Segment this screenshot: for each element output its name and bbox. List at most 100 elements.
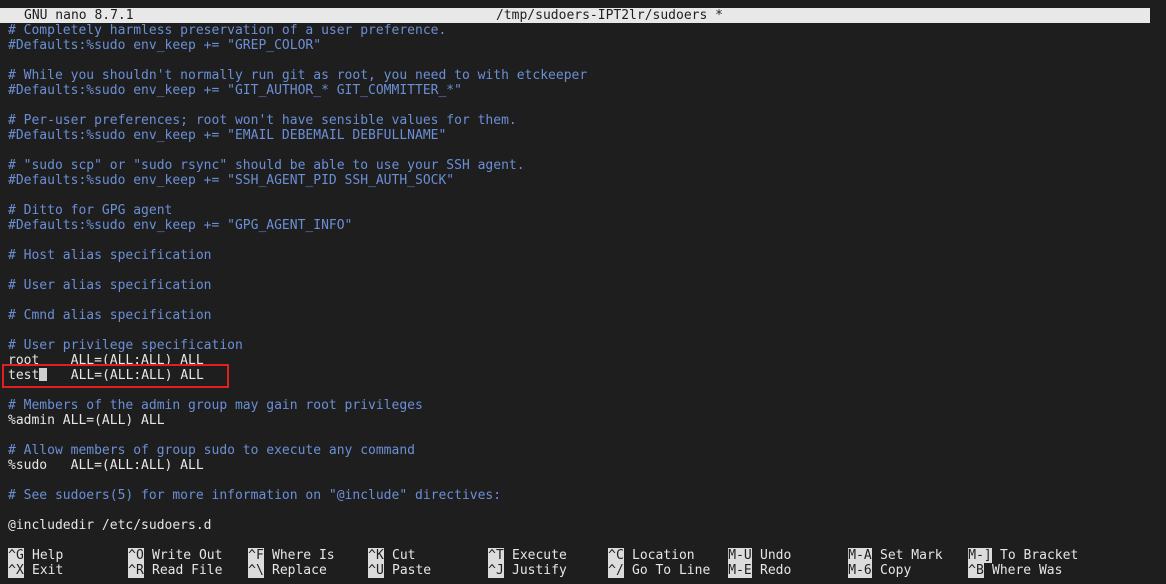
shortcut-key: ^C	[608, 548, 624, 563]
line-text: # Cmnd alias specification	[8, 308, 212, 323]
shortcut-execute[interactable]: ^T Execute	[488, 548, 567, 563]
blank-line[interactable]	[8, 263, 1158, 278]
shortcut-set-mark[interactable]: M-A Set Mark	[848, 548, 943, 563]
shortcut-redo[interactable]: M-E Redo	[728, 563, 791, 578]
blank-line[interactable]	[8, 428, 1158, 443]
shortcut-key: ^J	[488, 563, 504, 578]
shortcut-exit[interactable]: ^X Exit	[8, 563, 63, 578]
shortcut-help[interactable]: ^G Help	[8, 548, 63, 563]
shortcut-label: To Bracket	[1000, 548, 1079, 563]
shortcut-location[interactable]: ^C Location	[608, 548, 695, 563]
shortcut-label: Help	[32, 548, 64, 563]
line-text: ALL=(ALL:ALL) ALL	[47, 368, 204, 383]
comment-line[interactable]: #Defaults:%sudo env_keep += "GPG_AGENT_I…	[8, 218, 1158, 233]
blank-line[interactable]	[8, 323, 1158, 338]
shortcut-label: Execute	[512, 548, 567, 563]
shortcut-key: ^/	[608, 563, 624, 578]
shortcut-label: Undo	[760, 548, 792, 563]
comment-line[interactable]: #Defaults:%sudo env_keep += "GREP_COLOR"	[8, 38, 1158, 53]
blank-line[interactable]	[8, 143, 1158, 158]
comment-line[interactable]: # User privilege specification	[8, 338, 1158, 353]
shortcut-key: ^O	[128, 548, 144, 563]
shortcut-where-was[interactable]: ^B Where Was	[968, 563, 1062, 578]
line-text: %sudo ALL=(ALL:ALL) ALL	[8, 458, 204, 473]
comment-line[interactable]: # Completely harmless preservation of a …	[8, 23, 1158, 38]
shortcut-label: Set Mark	[880, 548, 943, 563]
shortcut-key: M-6	[848, 563, 872, 578]
editor-area[interactable]: # Completely harmless preservation of a …	[8, 23, 1158, 533]
shortcut-read-file[interactable]: ^R Read File	[128, 563, 222, 578]
comment-line[interactable]: # See sudoers(5) for more information on…	[8, 488, 1158, 503]
shortcut-label: Where Is	[272, 548, 335, 563]
blank-line[interactable]	[8, 383, 1158, 398]
blank-line[interactable]	[8, 503, 1158, 518]
shortcut-key: ^F	[248, 548, 264, 563]
shortcut-key: ^T	[488, 548, 504, 563]
shortcut-key: M-]	[968, 548, 992, 563]
shortcut-cut[interactable]: ^K Cut	[368, 548, 415, 563]
shortcut-label: Redo	[760, 563, 792, 578]
code-line[interactable]: %sudo ALL=(ALL:ALL) ALL	[8, 458, 1158, 473]
shortcut-to-bracket[interactable]: M-] To Bracket	[968, 548, 1078, 563]
shortcut-key: ^K	[368, 548, 384, 563]
blank-line[interactable]	[8, 473, 1158, 488]
comment-line[interactable]: # "sudo scp" or "sudo rsync" should be a…	[8, 158, 1158, 173]
shortcut-justify[interactable]: ^J Justify	[488, 563, 567, 578]
shortcut-label: Exit	[32, 563, 64, 578]
shortcut-label: Read File	[152, 563, 223, 578]
line-text: # While you shouldn't normally run git a…	[8, 68, 588, 83]
shortcut-replace[interactable]: ^\ Replace	[248, 563, 327, 578]
line-text: test	[8, 368, 40, 383]
comment-line[interactable]: #Defaults:%sudo env_keep += "EMAIL DEBEM…	[8, 128, 1158, 143]
shortcut-key: ^B	[968, 563, 984, 578]
code-line[interactable]: %admin ALL=(ALL) ALL	[8, 413, 1158, 428]
blank-line[interactable]	[8, 188, 1158, 203]
shortcut-key: M-E	[728, 563, 752, 578]
shortcut-key: ^U	[368, 563, 384, 578]
shortcut-paste[interactable]: ^U Paste	[368, 563, 431, 578]
blank-line[interactable]	[8, 98, 1158, 113]
comment-line[interactable]: #Defaults:%sudo env_keep += "GIT_AUTHOR_…	[8, 83, 1158, 98]
line-text: # User alias specification	[8, 278, 212, 293]
line-text: # Per-user preferences; root won't have …	[8, 113, 517, 128]
comment-line[interactable]: #Defaults:%sudo env_keep += "SSH_AGENT_P…	[8, 173, 1158, 188]
code-line[interactable]: @includedir /etc/sudoers.d	[8, 518, 1158, 533]
comment-line[interactable]: # User alias specification	[8, 278, 1158, 293]
line-text: # Completely harmless preservation of a …	[8, 23, 447, 38]
line-text: # Allow members of group sudo to execute…	[8, 443, 415, 458]
title-bar: GNU nano 8.7.1 /tmp/sudoers-IPT2lr/sudoe…	[0, 8, 1150, 23]
comment-line[interactable]: # Host alias specification	[8, 248, 1158, 263]
line-text: # User privilege specification	[8, 338, 243, 353]
shortcut-key: ^X	[8, 563, 24, 578]
shortcut-label: Location	[632, 548, 695, 563]
file-name: /tmp/sudoers-IPT2lr/sudoers *	[496, 8, 723, 23]
comment-line[interactable]: # Per-user preferences; root won't have …	[8, 113, 1158, 128]
comment-line[interactable]: # Cmnd alias specification	[8, 308, 1158, 323]
line-text: #Defaults:%sudo env_keep += "EMAIL DEBEM…	[8, 128, 447, 143]
blank-line[interactable]	[8, 293, 1158, 308]
shortcut-undo[interactable]: M-U Undo	[728, 548, 791, 563]
shortcut-label: Justify	[512, 563, 567, 578]
shortcut-key: M-A	[848, 548, 872, 563]
editor-line-current[interactable]: test ALL=(ALL:ALL) ALL	[8, 368, 1158, 383]
app-name: GNU nano 8.7.1	[24, 8, 134, 23]
shortcut-label: Where Was	[992, 563, 1063, 578]
comment-line[interactable]: # Members of the admin group may gain ro…	[8, 398, 1158, 413]
shortcut-go-to-line[interactable]: ^/ Go To Line	[608, 563, 710, 578]
comment-line[interactable]: # While you shouldn't normally run git a…	[8, 68, 1158, 83]
line-text: @includedir /etc/sudoers.d	[8, 518, 212, 533]
shortcut-where-is[interactable]: ^F Where Is	[248, 548, 335, 563]
code-line[interactable]: root ALL=(ALL:ALL) ALL	[8, 353, 1158, 368]
blank-line[interactable]	[8, 233, 1158, 248]
comment-line[interactable]: # Allow members of group sudo to execute…	[8, 443, 1158, 458]
shortcut-write-out[interactable]: ^O Write Out	[128, 548, 222, 563]
shortcut-copy[interactable]: M-6 Copy	[848, 563, 911, 578]
comment-line[interactable]: # Ditto for GPG agent	[8, 203, 1158, 218]
shortcut-label: Paste	[392, 563, 432, 578]
shortcut-key: M-U	[728, 548, 752, 563]
shortcut-label: Write Out	[152, 548, 223, 563]
line-text: #Defaults:%sudo env_keep += "GREP_COLOR"	[8, 38, 322, 53]
line-text: # See sudoers(5) for more information on…	[8, 488, 502, 503]
blank-line[interactable]	[8, 53, 1158, 68]
line-text: #Defaults:%sudo env_keep += "GIT_AUTHOR_…	[8, 83, 462, 98]
